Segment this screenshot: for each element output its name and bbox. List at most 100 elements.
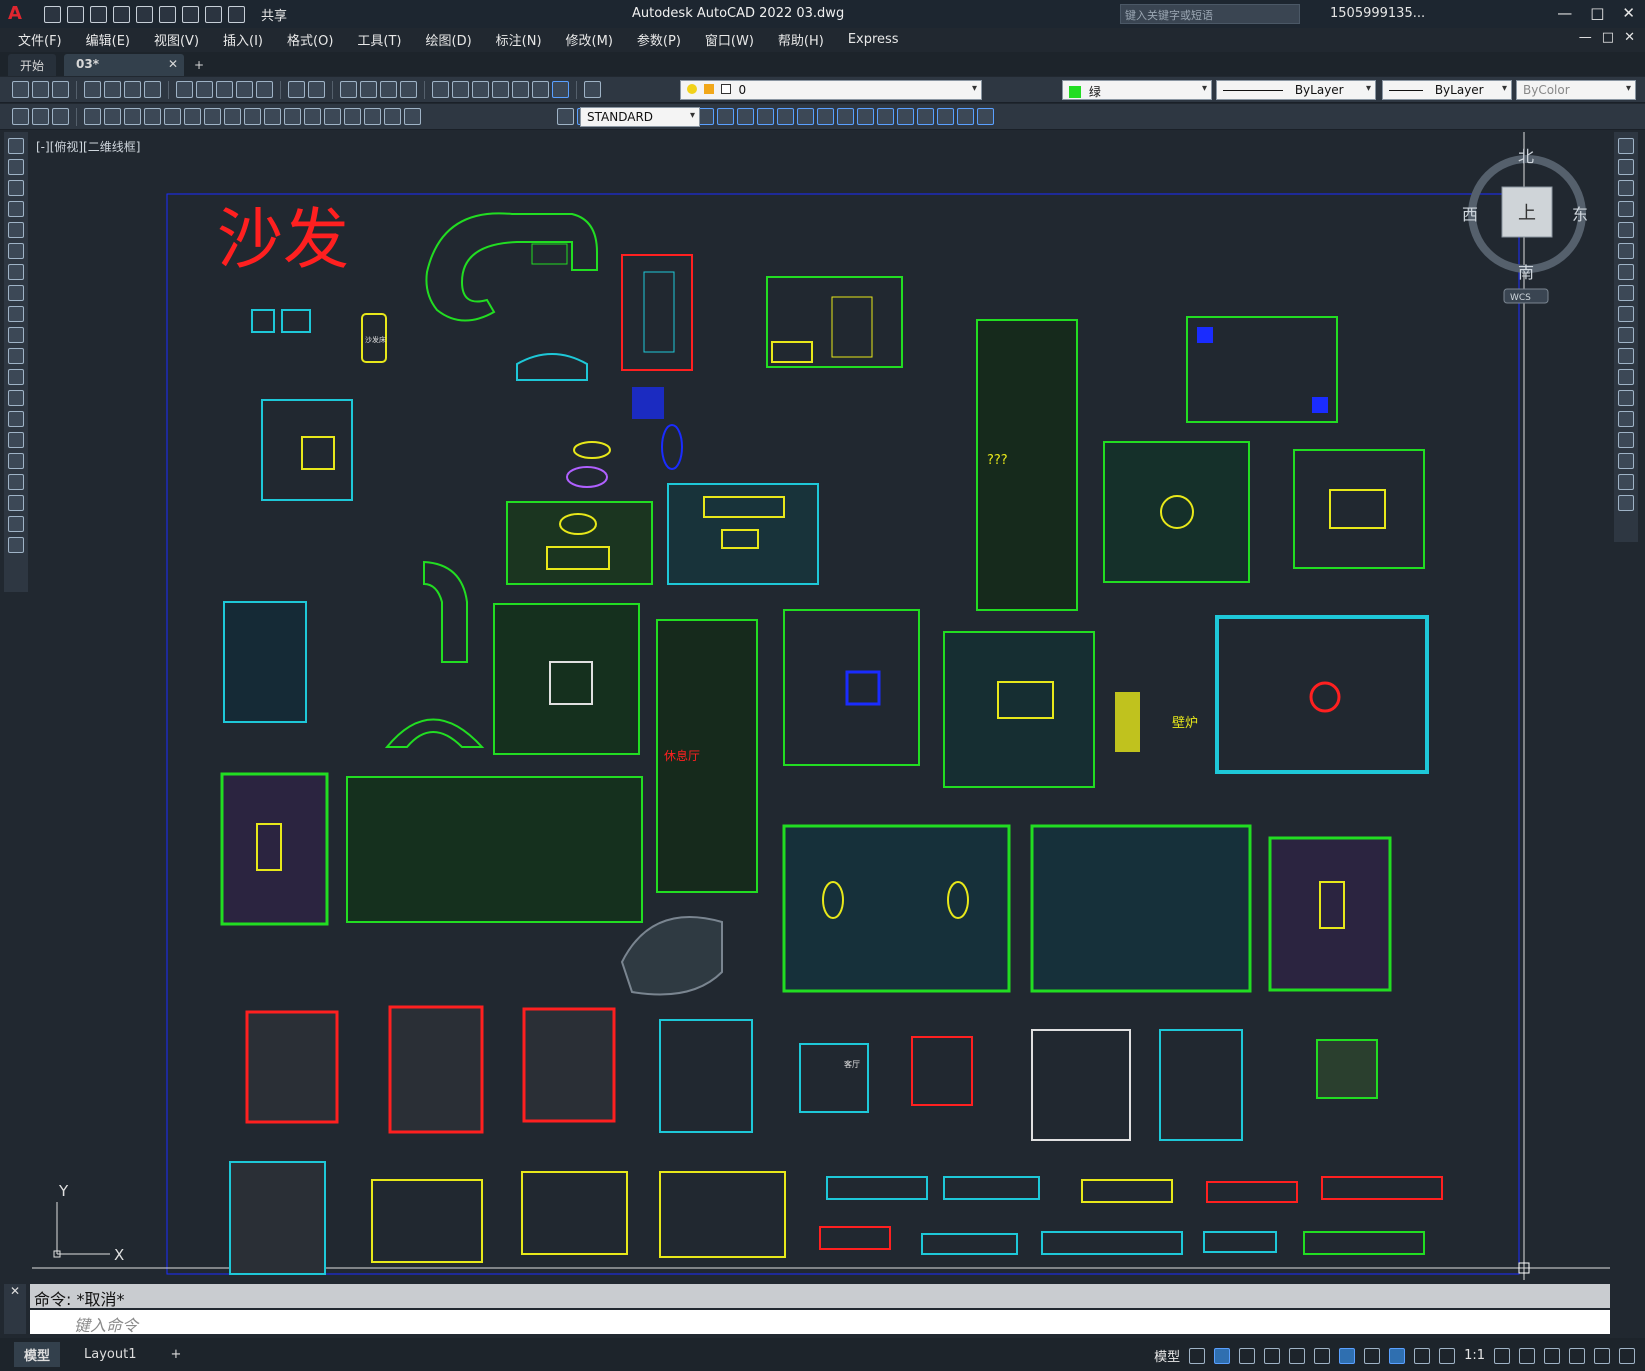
dim-aligned-icon[interactable]	[32, 108, 49, 125]
chamfer-icon[interactable]	[837, 108, 854, 125]
menu-draw[interactable]: 绘图(D)	[426, 30, 472, 49]
add-layout-button[interactable]: +	[160, 1344, 191, 1365]
plot-icon[interactable]	[182, 5, 199, 23]
polygon-icon[interactable]	[8, 201, 24, 217]
match-properties-icon[interactable]	[236, 81, 253, 98]
erase-r-icon[interactable]	[1618, 138, 1634, 154]
dim-angular-icon[interactable]	[164, 108, 181, 125]
cut-icon[interactable]	[176, 81, 193, 98]
jogged-linear-icon[interactable]	[344, 108, 361, 125]
insert-block-icon[interactable]	[8, 369, 24, 385]
dim-update-icon[interactable]	[404, 108, 421, 125]
user-account[interactable]: 1505999135...	[1330, 6, 1425, 21]
paste-icon[interactable]	[216, 81, 233, 98]
undo-icon[interactable]	[205, 5, 222, 23]
redo-tool-icon[interactable]	[308, 81, 325, 98]
save-icon[interactable]	[90, 5, 107, 23]
doc-minimize-button[interactable]: —	[1579, 30, 1592, 45]
menu-tools[interactable]: 工具(T)	[357, 30, 401, 49]
clean-screen-icon[interactable]	[1594, 1347, 1610, 1364]
isodraft-icon[interactable]	[1289, 1347, 1306, 1364]
auto-scale-icon[interactable]	[1414, 1347, 1431, 1364]
autocad-logo-icon[interactable]: A	[0, 0, 30, 28]
annotation-visibility-icon[interactable]	[1389, 1347, 1406, 1364]
annotation-monitor-icon[interactable]	[1519, 1347, 1535, 1364]
break-icon[interactable]	[797, 108, 814, 125]
command-input[interactable]: 键入命令	[30, 1310, 1610, 1335]
text-style-dropdown[interactable]: STANDARD	[580, 107, 700, 127]
blend-r-icon[interactable]	[1618, 474, 1634, 490]
layer-dropdown[interactable]: 0	[680, 80, 982, 100]
menu-express[interactable]: Express	[848, 32, 899, 47]
grid-icon[interactable]	[1189, 1347, 1206, 1364]
stretch-r-icon[interactable]	[1618, 306, 1634, 322]
join-icon[interactable]	[817, 108, 834, 125]
preview-icon[interactable]	[104, 81, 121, 98]
center-mark-icon[interactable]	[304, 108, 321, 125]
dim-arc-icon[interactable]	[52, 108, 69, 125]
dim-text-edit-icon[interactable]	[384, 108, 401, 125]
close-button[interactable]: ✕	[1622, 4, 1635, 22]
3d-print-icon[interactable]	[144, 81, 161, 98]
doc-restore-button[interactable]: □	[1602, 30, 1614, 45]
fillet-icon[interactable]	[857, 108, 874, 125]
hatch-icon[interactable]	[8, 432, 24, 448]
extend-icon[interactable]	[777, 108, 794, 125]
ellipse-icon[interactable]	[8, 327, 24, 343]
tab-close-icon[interactable]: ✕	[168, 57, 178, 71]
redo-icon[interactable]	[228, 5, 245, 23]
doc-close-button[interactable]: ✕	[1624, 30, 1635, 45]
pedit-icon[interactable]	[977, 108, 994, 125]
object-track-icon[interactable]	[1314, 1347, 1331, 1364]
dim-continue-icon[interactable]	[224, 108, 241, 125]
extend-r-icon[interactable]	[1618, 348, 1634, 364]
share-button[interactable]: 共享	[261, 5, 287, 24]
rotate-r-icon[interactable]	[1618, 264, 1634, 280]
circle-icon[interactable]	[8, 264, 24, 280]
drawing-area[interactable]: [-][俯视][二维线框] 沙发 沙发床 ??? 休息厅 壁炉 客厅 Y X 上…	[32, 132, 1610, 1280]
viewcube-west[interactable]: 西	[1462, 205, 1478, 224]
fillet-r-icon[interactable]	[1618, 453, 1634, 469]
dim-space-icon[interactable]	[244, 108, 261, 125]
array-r-icon[interactable]	[1618, 222, 1634, 238]
menu-insert[interactable]: 插入(I)	[223, 30, 263, 49]
menu-view[interactable]: 视图(V)	[154, 30, 199, 49]
snap-icon[interactable]	[1214, 1347, 1231, 1364]
quick-dim-icon[interactable]	[184, 108, 201, 125]
viewcube-east[interactable]: 东	[1572, 205, 1588, 224]
publish-icon[interactable]	[124, 81, 141, 98]
menu-dimension[interactable]: 标注(N)	[496, 30, 542, 49]
ungroup-icon[interactable]	[937, 108, 954, 125]
lineweight-icon[interactable]	[1364, 1347, 1381, 1364]
stretch-icon[interactable]	[737, 108, 754, 125]
add-selected-icon[interactable]	[8, 537, 24, 553]
ellipse-arc-icon[interactable]	[8, 348, 24, 364]
undo-tool-icon[interactable]	[288, 81, 305, 98]
mtext-icon[interactable]	[8, 516, 24, 532]
open-icon[interactable]	[67, 5, 84, 23]
move-r-icon[interactable]	[1618, 243, 1634, 259]
menu-format[interactable]: 格式(O)	[287, 30, 333, 49]
open-web-icon[interactable]	[136, 5, 153, 23]
dim-break-icon[interactable]	[264, 108, 281, 125]
line-icon[interactable]	[8, 138, 24, 154]
save-file-icon[interactable]	[52, 81, 69, 98]
zoom-realtime-icon[interactable]	[360, 81, 377, 98]
break-point-r-icon[interactable]	[1618, 369, 1634, 385]
search-input[interactable]: 键入关键字或短语	[1120, 4, 1300, 24]
open-file-icon[interactable]	[32, 81, 49, 98]
color-dropdown[interactable]: 绿	[1062, 80, 1212, 100]
hatch-edit-icon[interactable]	[957, 108, 974, 125]
plotstyle-dropdown[interactable]: ByColor	[1516, 80, 1636, 100]
command-line-handle[interactable]: ✕	[4, 1284, 26, 1334]
tolerance-icon[interactable]	[284, 108, 301, 125]
menu-window[interactable]: 窗口(W)	[705, 30, 754, 49]
menu-help[interactable]: 帮助(H)	[778, 30, 824, 49]
trim-r-icon[interactable]	[1618, 327, 1634, 343]
zoom-previous-icon[interactable]	[400, 81, 417, 98]
offset-r-icon[interactable]	[1618, 201, 1634, 217]
pan-icon[interactable]	[340, 81, 357, 98]
break-r-icon[interactable]	[1618, 390, 1634, 406]
menu-file[interactable]: 文件(F)	[18, 30, 62, 49]
dim-radius-icon[interactable]	[104, 108, 121, 125]
